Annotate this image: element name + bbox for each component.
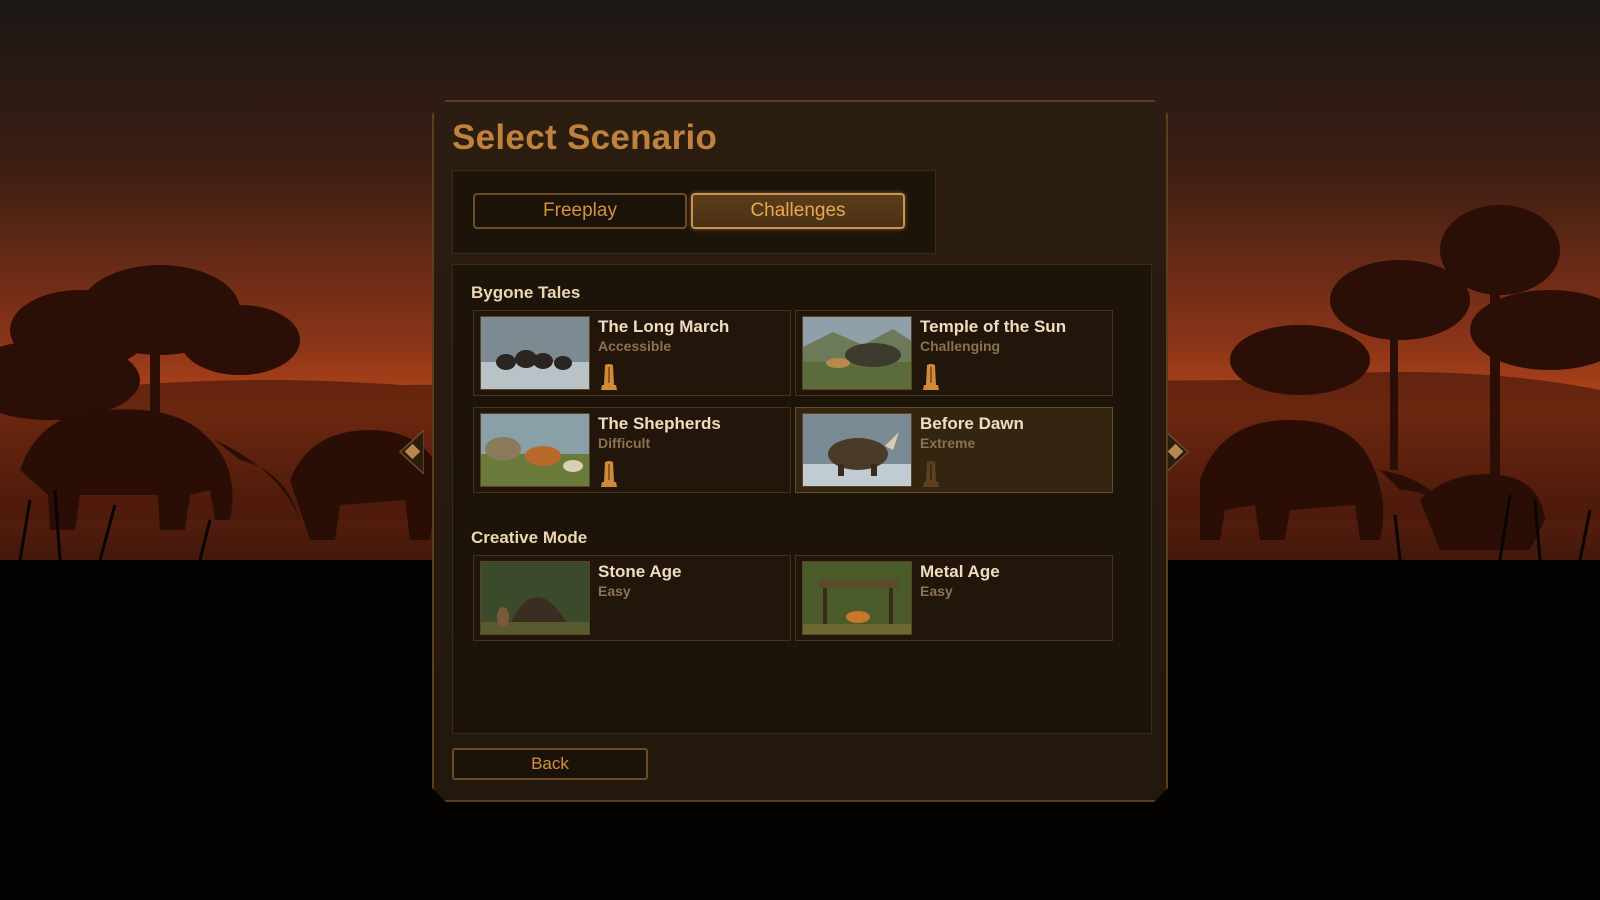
scenario-thumbnail xyxy=(802,413,912,487)
scenario-thumbnail xyxy=(802,316,912,390)
scenario-card-temple-of-the-sun[interactable]: Temple of the Sun Challenging xyxy=(795,310,1113,396)
totem-icon-locked xyxy=(920,460,942,488)
previous-page-arrow[interactable] xyxy=(396,430,424,474)
scenario-name: Temple of the Sun xyxy=(920,317,1067,336)
scenario-difficulty: Accessible xyxy=(598,338,672,354)
tab-freeplay[interactable]: Freeplay xyxy=(473,193,687,229)
scenario-name: Metal Age xyxy=(920,562,1000,581)
section-title-creative-mode: Creative Mode xyxy=(471,528,588,547)
scenario-difficulty: Easy xyxy=(920,583,953,599)
scenario-card-before-dawn[interactable]: Before Dawn Extreme xyxy=(795,407,1113,493)
scenario-thumbnail xyxy=(480,561,590,635)
scenario-list: Bygone Tales The Long March Accessible T… xyxy=(452,264,1152,734)
back-button[interactable]: Back xyxy=(452,748,648,780)
totem-icon xyxy=(598,363,620,391)
page-title: Select Scenario xyxy=(452,118,718,157)
scenario-thumbnail xyxy=(802,561,912,635)
scenario-difficulty: Difficult xyxy=(598,435,651,451)
scenario-name: Stone Age xyxy=(598,562,682,581)
scenario-name: The Shepherds xyxy=(598,414,721,433)
scenario-difficulty: Challenging xyxy=(920,338,1001,354)
scenario-card-stone-age[interactable]: Stone Age Easy xyxy=(473,555,791,641)
scenario-card-metal-age[interactable]: Metal Age Easy xyxy=(795,555,1113,641)
totem-icon xyxy=(598,460,620,488)
scenario-thumbnail xyxy=(480,316,590,390)
tab-challenges[interactable]: Challenges xyxy=(691,193,905,229)
scenario-card-the-long-march[interactable]: The Long March Accessible xyxy=(473,310,791,396)
scenario-card-the-shepherds[interactable]: The Shepherds Difficult xyxy=(473,407,791,493)
scenario-name: Before Dawn xyxy=(920,414,1024,433)
scenario-difficulty: Extreme xyxy=(920,435,976,451)
totem-icon xyxy=(920,363,942,391)
next-page-arrow[interactable] xyxy=(1164,430,1192,474)
scenario-name: The Long March xyxy=(598,317,730,336)
scenario-thumbnail xyxy=(480,413,590,487)
mode-tabs: Freeplay Challenges xyxy=(452,170,936,254)
scenario-difficulty: Easy xyxy=(598,583,631,599)
scenario-panel: Select Scenario Freeplay Challenges Bygo… xyxy=(432,100,1168,802)
section-title-bygone-tales: Bygone Tales xyxy=(471,283,581,302)
